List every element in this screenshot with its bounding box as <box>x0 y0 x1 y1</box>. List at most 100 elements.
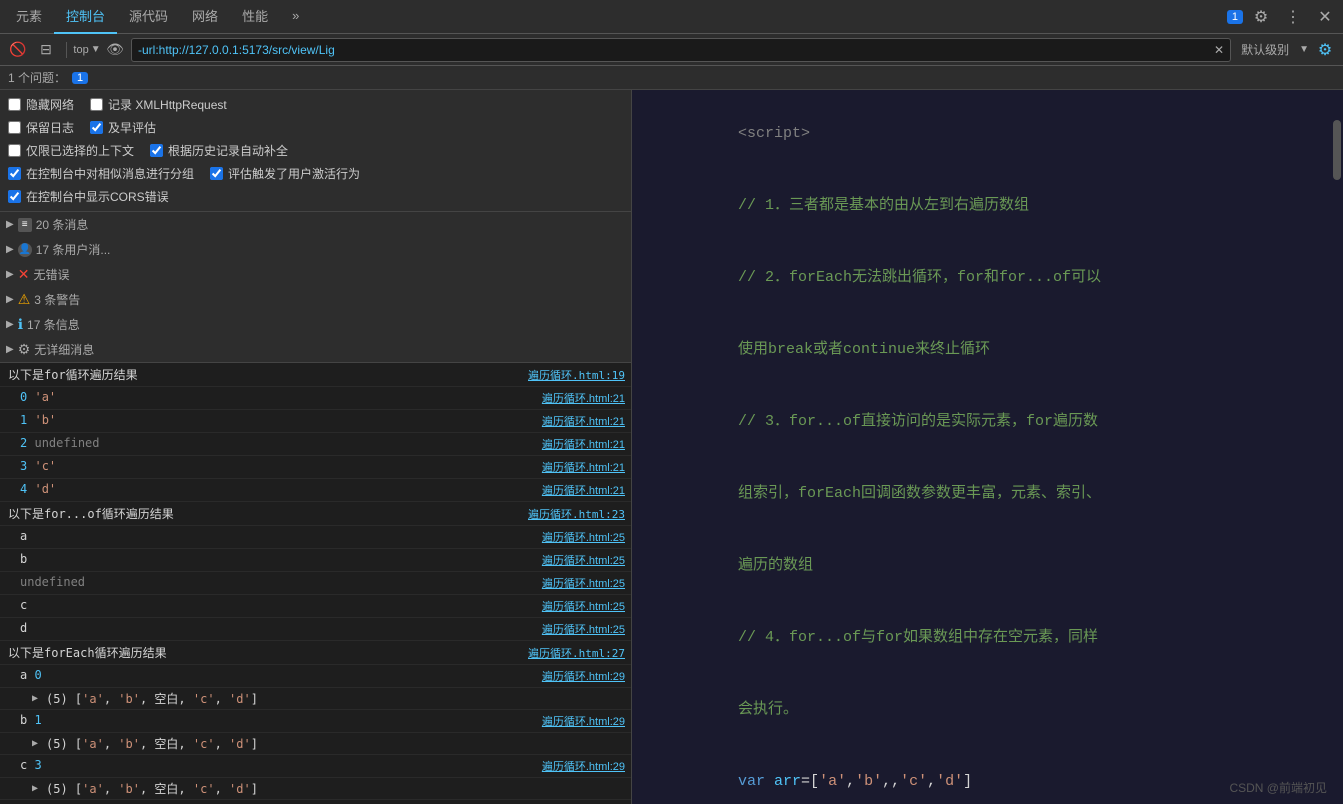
code-comment-3a: // 3．for...of直接访问的是实际元素，for遍历数 <box>648 386 1327 458</box>
forof-entry-a: a 遍历循环.html:25 <box>0 526 631 549</box>
record-xhr-input[interactable] <box>90 98 103 111</box>
sidebar-item-errors[interactable]: ▶ ✕ 无错误 <box>0 262 631 287</box>
foreach-c-3-link[interactable]: 遍历循环.html:29 <box>542 758 625 774</box>
foreach-b-expand[interactable]: ▶ (5) ['a', 'b', 空白, 'c', 'd'] <box>0 733 631 755</box>
sidebar-item-all-messages[interactable]: ▶ ≡ 20 条消息 <box>0 212 631 237</box>
close-devtools-icon[interactable]: ✕ <box>1311 3 1339 31</box>
info-label: 17 条信息 <box>27 316 80 333</box>
tab-more[interactable]: » <box>280 0 311 34</box>
devtools-tab-actions: 1 ⚙ ⋮ ✕ <box>1223 3 1339 31</box>
expand-arrow-b[interactable]: ▶ <box>32 738 38 749</box>
foreach-b-1-link[interactable]: 遍历循环.html:29 <box>542 713 625 729</box>
tab-network[interactable]: 网络 <box>180 0 230 34</box>
code-scrollbar-thumb[interactable] <box>1333 120 1341 180</box>
for-entry-1-link[interactable]: 遍历循环.html:21 <box>542 413 625 429</box>
foreach-header-link[interactable]: 遍历循环.html:27 <box>528 645 625 661</box>
tab-console[interactable]: 控制台 <box>54 0 117 34</box>
cors-errors-input[interactable] <box>8 190 21 203</box>
default-level-button[interactable]: 默认级别 <box>1235 39 1295 60</box>
for-entry-3-link[interactable]: 遍历循环.html:21 <box>542 459 625 475</box>
checkbox-hide-network[interactable]: 隐藏网络 <box>8 96 74 113</box>
settings-icon[interactable]: ⚙ <box>1247 3 1275 31</box>
forof-entry-a-text: a <box>20 529 534 543</box>
for-entry-2-link[interactable]: 遍历循环.html:21 <box>542 436 625 452</box>
forof-entry-d: d 遍历循环.html:25 <box>0 618 631 641</box>
comma2-2: ,, <box>882 773 900 790</box>
hide-network-input[interactable] <box>8 98 21 111</box>
forof-header-link[interactable]: 遍历循环.html:23 <box>528 506 625 522</box>
user-activation-input[interactable] <box>210 167 223 180</box>
forof-entry-b-link[interactable]: 遍历循环.html:25 <box>542 552 625 568</box>
foreach-a-expand[interactable]: ▶ (5) ['a', 'b', 空白, 'c', 'd'] <box>0 688 631 710</box>
foreach-b-array: (5) ['a', 'b', 空白, 'c', 'd'] <box>46 735 258 752</box>
tab-performance[interactable]: 性能 <box>230 0 280 34</box>
forof-entry-d-link[interactable]: 遍历循环.html:25 <box>542 621 625 637</box>
checkbox-preserve-log[interactable]: 保留日志 <box>8 119 74 136</box>
forof-entry-c-text: c <box>20 598 534 612</box>
filter-icon[interactable]: ⊟ <box>34 38 58 62</box>
verbose-label: 无详细消息 <box>34 341 94 358</box>
sidebar-item-info[interactable]: ▶ ℹ 17 条信息 <box>0 312 631 337</box>
foreach-a-array: (5) ['a', 'b', 空白, 'c', 'd'] <box>46 690 258 707</box>
comment-4b-text: 会执行。 <box>738 701 798 718</box>
eye-icon[interactable]: 👁 <box>103 38 127 62</box>
warning-icon: ⚠ <box>18 291 31 308</box>
message-filter-sidebar: ▶ ≡ 20 条消息 ▶ 👤 17 条用户消... ▶ ✕ 无错误 ▶ ⚠ <box>0 212 631 363</box>
checkbox-user-activation[interactable]: 评估触发了用户激活行为 <box>210 165 360 182</box>
for-entry-4-text: 4 'd' <box>20 482 534 496</box>
filter-bar: 隐藏网络 记录 XMLHttpRequest 保留日志 及早评估 <box>0 90 631 212</box>
foreach-a-idx: 0 <box>34 668 41 682</box>
early-eval-input[interactable] <box>90 121 103 134</box>
checkbox-autocomplete[interactable]: 根据历史记录自动补全 <box>150 142 288 159</box>
code-comment-2: // 2．forEach无法跳出循环，for和for...of可以 <box>648 242 1327 314</box>
forof-entry-undef-link[interactable]: 遍历循环.html:25 <box>542 575 625 591</box>
sidebar-item-user-messages[interactable]: ▶ 👤 17 条用户消... <box>0 237 631 262</box>
selected-context-input[interactable] <box>8 144 21 157</box>
checkbox-selected-context[interactable]: 仅限已选择的上下文 <box>8 142 134 159</box>
expand-arrow-c[interactable]: ▶ <box>32 783 38 794</box>
sidebar-item-verbose[interactable]: ▶ ⚙ 无详细消息 <box>0 337 631 362</box>
more-options-icon[interactable]: ⋮ <box>1279 3 1307 31</box>
expand-arrow-a[interactable]: ▶ <box>32 693 38 704</box>
foreach-c-array: (5) ['a', 'b', 空白, 'c', 'd'] <box>46 780 258 797</box>
preserve-log-input[interactable] <box>8 121 21 134</box>
sidebar-item-warnings[interactable]: ▶ ⚠ 3 条警告 <box>0 287 631 312</box>
autocomplete-input[interactable] <box>150 144 163 157</box>
clear-console-icon[interactable]: 🚫 <box>6 38 30 62</box>
checkbox-record-xhr[interactable]: 记录 XMLHttpRequest <box>90 96 227 113</box>
checkbox-group-similar[interactable]: 在控制台中对相似消息进行分组 <box>8 165 194 182</box>
for-entry-4-link[interactable]: 遍历循环.html:21 <box>542 482 625 498</box>
for-entry-1-text: 1 'b' <box>20 413 534 427</box>
forof-entry-c: c 遍历循环.html:25 <box>0 595 631 618</box>
for-entry-1-value: 'b' <box>34 413 56 427</box>
foreach-a-0-link[interactable]: 遍历循环.html:29 <box>542 668 625 684</box>
comment-3a-text: // 3．for...of直接访问的是实际元素，for遍历数 <box>738 413 1098 430</box>
comment-2-text: // 2．forEach无法跳出循环，for和for...of可以 <box>738 269 1101 286</box>
code-editor: <script> // 1．三者都是基本的由从左到右遍历数组 // 2．forE… <box>632 90 1343 804</box>
checkbox-cors-errors[interactable]: 在控制台中显示CORS错误 <box>8 188 169 205</box>
tab-elements[interactable]: 元素 <box>4 0 54 34</box>
top-context-icon[interactable]: top ▼ <box>75 38 99 62</box>
checkbox-early-eval[interactable]: 及早评估 <box>90 119 156 136</box>
for-entry-2-value: undefined <box>34 436 99 450</box>
for-entry-2-text: 2 undefined <box>20 436 534 450</box>
group-similar-input[interactable] <box>8 167 21 180</box>
filter-url-bar[interactable]: -url:http://127.0.0.1:5173/src/view/Lig … <box>131 38 1231 62</box>
code-script-open: <script> <box>648 98 1327 170</box>
for-loop-header-link[interactable]: 遍历循环.html:19 <box>528 367 625 383</box>
url-bar-clear-icon[interactable]: ✕ <box>1214 43 1224 57</box>
expand-arrow-all: ▶ <box>6 219 14 230</box>
for-entry-0-link[interactable]: 遍历循环.html:21 <box>542 390 625 406</box>
filter-row-5: 在控制台中显示CORS错误 <box>8 188 623 205</box>
expand-arrow-verbose: ▶ <box>6 344 14 355</box>
console-settings-gear-icon[interactable]: ⚙ <box>1313 38 1337 62</box>
code-comment-4b: 会执行。 <box>648 674 1327 746</box>
tab-sources[interactable]: 源代码 <box>117 0 180 34</box>
devtools-tab-bar: 元素 控制台 源代码 网络 性能 » 1 ⚙ ⋮ ✕ <box>0 0 1343 34</box>
code-comment-1: // 1．三者都是基本的由从左到右遍历数组 <box>648 170 1327 242</box>
forof-entry-a-link[interactable]: 遍历循环.html:25 <box>542 529 625 545</box>
arr-a: 'a' <box>819 773 846 790</box>
code-scrollbar[interactable] <box>1331 90 1343 804</box>
forof-entry-c-link[interactable]: 遍历循环.html:25 <box>542 598 625 614</box>
foreach-c-expand[interactable]: ▶ (5) ['a', 'b', 空白, 'c', 'd'] <box>0 778 631 800</box>
